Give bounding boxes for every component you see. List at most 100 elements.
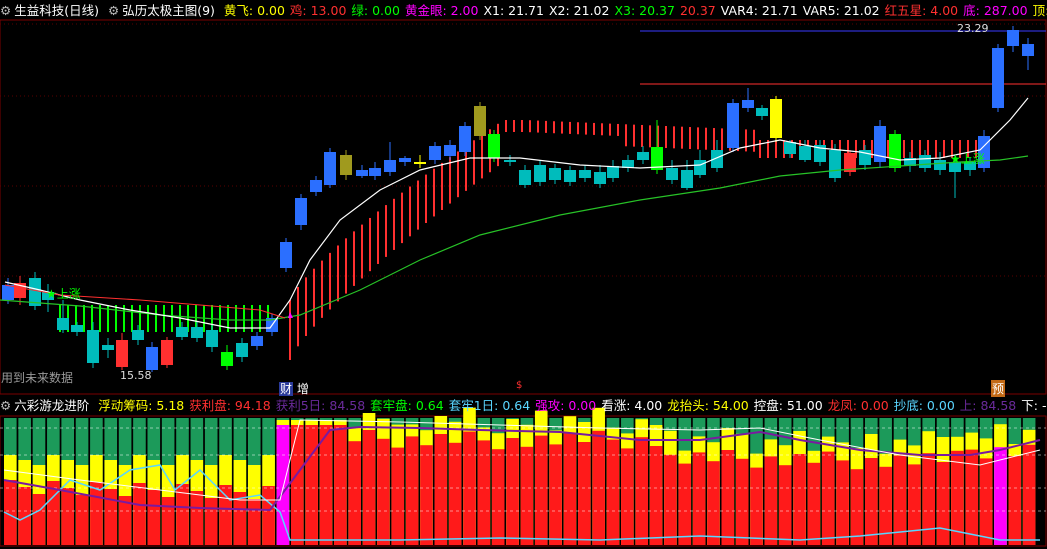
sub-bar-red [147, 490, 161, 545]
candle-body [564, 170, 576, 182]
candle-body [992, 48, 1004, 108]
sub-bar-red [635, 437, 648, 545]
sub-bar-red [692, 452, 706, 545]
event-marker-yu[interactable]: 预 [991, 380, 1006, 397]
candle-body [87, 330, 99, 363]
candle-body [488, 134, 500, 158]
sub-bar-red [348, 441, 361, 545]
sub-value-2: 获利5日: 84.58 [275, 398, 366, 413]
kline-chart[interactable]: ★上涨 ★上涨 [0, 0, 1047, 549]
sub-value-11: 上: 84.58 [959, 398, 1017, 413]
sub-bar-red [219, 485, 232, 545]
sub-bar-red [836, 460, 849, 545]
sub-bar-red [649, 446, 663, 545]
candle-body [474, 106, 486, 136]
sub-bar-red [865, 458, 878, 545]
sub-value-8: 控盘: 51.00 [753, 398, 823, 413]
sub-bar-red [90, 482, 103, 545]
sub-value-7: 龙抬头: 54.00 [667, 398, 749, 413]
candle-body [206, 330, 218, 347]
candle-body [534, 165, 546, 182]
candle-body [770, 99, 782, 138]
sub-bar-red [621, 448, 634, 545]
sub-bar-red [291, 425, 304, 545]
candle-body [742, 100, 754, 108]
candle-body [799, 146, 811, 160]
candle-body [399, 158, 411, 162]
sub-bar-red [491, 449, 505, 545]
candle-body [727, 103, 739, 148]
sub-bar-red [420, 445, 433, 545]
sub-bar-red [549, 444, 562, 545]
candle-body [132, 330, 144, 340]
event-marker-dollar[interactable]: $ [516, 380, 522, 391]
sub-bar-red [391, 447, 405, 545]
candle-body [251, 336, 263, 346]
candle-body [1007, 30, 1019, 46]
sub-bar-red [434, 434, 448, 545]
candle-body [310, 180, 322, 192]
sub-value-6: 看涨: 4.00 [601, 398, 663, 413]
candle-body [459, 126, 471, 152]
sub-bar-red [793, 454, 806, 545]
sub-bar-red [563, 433, 577, 545]
sub-indicator-name[interactable]: 六彩游龙进阶 [14, 398, 89, 413]
sub-bar-red [678, 463, 692, 545]
candle-body [504, 160, 516, 162]
sub-bar-red [807, 462, 821, 545]
sub-bar-red [764, 456, 778, 545]
high-price-label: 23.29 [957, 22, 989, 35]
candle-body [356, 170, 368, 176]
candle-body [681, 170, 693, 188]
sub-bar-red [850, 469, 864, 545]
candle-body [414, 162, 426, 164]
candle-body [579, 170, 591, 178]
sub-bar-red [305, 425, 318, 545]
sub-bar-red [821, 451, 835, 545]
candle-body [784, 142, 796, 154]
candle-body [146, 347, 158, 370]
sub-bar-red [908, 464, 921, 545]
candle-body [71, 325, 83, 332]
sub-bar-red [750, 467, 763, 545]
candle-body [295, 198, 307, 225]
sub-bar-red [334, 425, 347, 545]
sub-bar-red [104, 489, 118, 545]
sub-bar-red [1008, 456, 1022, 545]
candle-body [384, 160, 396, 172]
sub-bar-red [707, 461, 720, 545]
candle-body [666, 168, 678, 180]
candle-body [1022, 44, 1034, 56]
star-right: ★上涨 [950, 151, 985, 166]
sub-value-12: 下: -: 70.00: 25.00 [1021, 398, 1047, 413]
sub-bar-red [319, 425, 333, 545]
sub-bar-red [922, 453, 935, 545]
sub-chart-header: ⚙ 六彩游龙进阶 浮动筹码: 5.18 获利盘: 94.18 获利5日: 84.58 套… [0, 397, 1047, 415]
candle-body [324, 152, 336, 185]
sub-bar-red [190, 491, 204, 545]
sub-bar-red [204, 498, 218, 545]
ma-long-line [0, 155, 1029, 321]
sub-bar-red [520, 446, 534, 545]
sub-bar-red [75, 495, 89, 545]
sub-bar-red [721, 450, 735, 545]
sub-value-5: 强攻: 0.00 [535, 398, 597, 413]
candle-body [57, 318, 69, 330]
sub-indicator-settings-icon[interactable]: ⚙ [0, 398, 11, 413]
candle-body [934, 160, 946, 170]
candle-body [176, 327, 188, 337]
event-marker-cai-zeng[interactable]: 财 增 [279, 380, 309, 397]
candle-body [369, 168, 381, 176]
sub-indicator-values: 浮动筹码: 5.18 获利盘: 94.18 获利5日: 84.58 套牢盘: 0.64… [98, 398, 1047, 413]
sub-bar-red [606, 439, 620, 545]
sub-value-1: 获利盘: 94.18 [189, 398, 271, 413]
candle-body [594, 172, 606, 184]
sub-bar-red [247, 499, 261, 545]
sub-bar-red [362, 430, 376, 545]
sub-bar-red [32, 494, 46, 545]
low-price-label: 15.58 [120, 369, 152, 382]
candle-body [2, 285, 14, 300]
candle-body [444, 145, 456, 156]
sub-bar-red [664, 454, 677, 545]
candle-body [637, 152, 649, 160]
